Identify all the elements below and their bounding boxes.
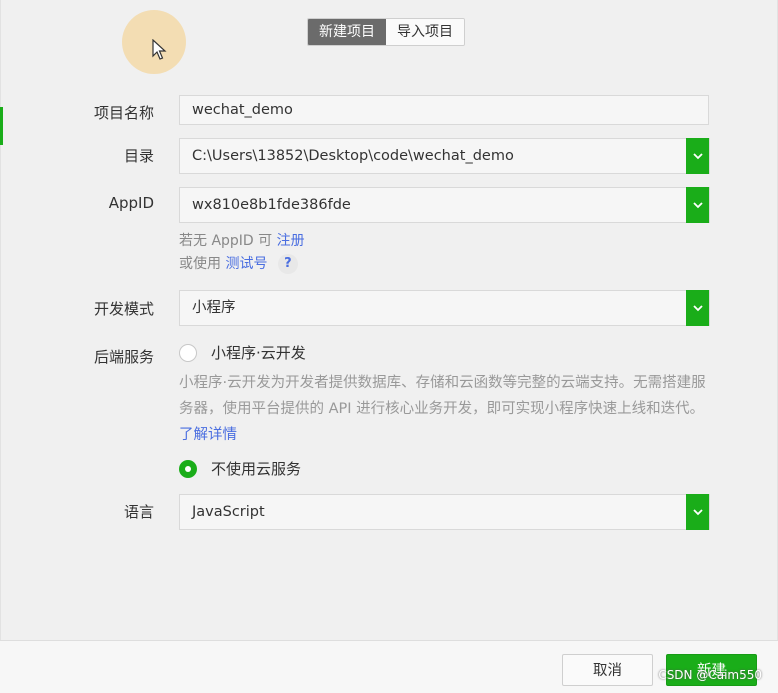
learn-more-link[interactable]: 了解详情 <box>179 427 237 443</box>
dev-mode-select[interactable]: 小程序 <box>179 290 710 326</box>
mouse-cursor-icon <box>152 39 167 60</box>
appid-hint-text: 若无 AppID 可 <box>179 233 273 249</box>
project-name-input[interactable]: wechat_demo <box>179 95 709 125</box>
no-cloud-label: 不使用云服务 <box>211 460 302 478</box>
tab-new-project[interactable]: 新建项目 <box>308 19 386 45</box>
project-name-label: 项目名称 <box>93 104 154 122</box>
chevron-down-icon[interactable] <box>686 494 709 530</box>
appid-register-hint: 若无 AppID 可 注册 <box>179 230 305 250</box>
directory-label: 目录 <box>123 147 154 165</box>
cloud-dev-radio[interactable] <box>179 343 197 362</box>
appid-label: AppID <box>108 194 154 212</box>
directory-select[interactable]: C:\Users\13852\Desktop\code\wechat_demo <box>179 138 710 174</box>
chevron-down-icon[interactable] <box>686 290 709 326</box>
watermark: CSDN @Caim550 <box>658 668 762 682</box>
cancel-button[interactable]: 取消 <box>562 654 653 686</box>
no-cloud-radio-option[interactable]: 不使用云服务 <box>179 458 301 479</box>
dev-mode-label: 开发模式 <box>93 300 154 318</box>
dialog-footer: 取消 新建 <box>0 640 778 693</box>
language-value: JavaScript <box>192 504 265 520</box>
appid-value: wx810e8b1fde386fde <box>192 197 351 213</box>
test-account-hint: 或使用 测试号 ? <box>179 253 298 274</box>
directory-value: C:\Users\13852\Desktop\code\wechat_demo <box>192 148 514 164</box>
language-select[interactable]: JavaScript <box>179 494 710 530</box>
language-label: 语言 <box>123 503 154 521</box>
tab-import-project[interactable]: 导入项目 <box>386 19 464 45</box>
no-cloud-radio[interactable] <box>179 459 197 478</box>
project-mode-tabs: 新建项目 导入项目 <box>307 18 465 46</box>
register-link[interactable]: 注册 <box>277 233 305 249</box>
cloud-desc-text: 小程序·云开发为开发者提供数据库、存储和云函数等完整的云端支持。无需搭建服务器，… <box>179 375 706 417</box>
dev-mode-value: 小程序 <box>192 300 236 316</box>
chevron-down-icon[interactable] <box>686 138 709 174</box>
cloud-dev-label: 小程序·云开发 <box>211 344 306 362</box>
appid-select[interactable]: wx810e8b1fde386fde <box>179 187 710 223</box>
chevron-down-icon[interactable] <box>686 187 709 223</box>
test-account-link[interactable]: 测试号 <box>225 256 267 272</box>
cloud-dev-radio-option[interactable]: 小程序·云开发 <box>179 342 306 363</box>
backend-label: 后端服务 <box>93 348 154 366</box>
cloud-dev-description: 小程序·云开发为开发者提供数据库、存储和云函数等完整的云端支持。无需搭建服务器，… <box>179 370 719 448</box>
or-use-text: 或使用 <box>179 256 221 272</box>
help-icon[interactable]: ? <box>277 254 298 274</box>
